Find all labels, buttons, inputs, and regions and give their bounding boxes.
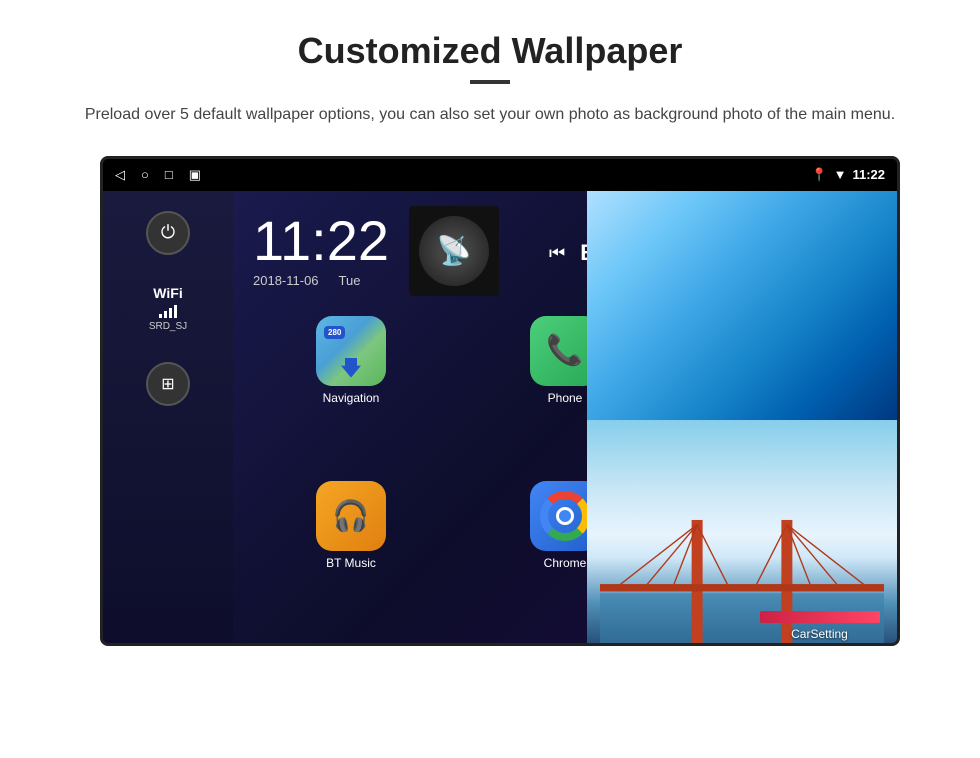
page-wrapper: Customized Wallpaper Preload over 5 defa… <box>0 0 980 666</box>
wifi-signal-bars <box>159 304 177 318</box>
phone-symbol: 📞 <box>546 333 583 368</box>
bt-music-label: BT Music <box>326 556 376 570</box>
page-title: Customized Wallpaper <box>60 30 920 72</box>
status-bar: ◁ ○ □ ▣ 📍 ▼ 11:22 <box>103 159 897 191</box>
back-nav-icon[interactable]: ◁ <box>115 167 125 183</box>
road-label: 280 <box>324 326 345 339</box>
clock-date: 2018-11-06 Tue <box>253 273 389 288</box>
screenshot-icon[interactable]: ▣ <box>189 167 201 183</box>
main-content: ⏻ WiFi SRD_SJ ⊞ <box>103 191 897 646</box>
all-apps-button[interactable]: ⊞ <box>146 362 190 406</box>
bt-music-icon: 🎧 <box>316 481 386 551</box>
headphone-symbol: 🎧 <box>332 499 369 534</box>
prev-track-button[interactable]: ⏮ <box>549 243 565 264</box>
location-icon: 📍 <box>811 167 827 183</box>
clock-day: Tue <box>339 273 361 288</box>
status-left: ◁ ○ □ ▣ <box>115 167 201 183</box>
media-widget: 📡 <box>409 206 499 296</box>
chrome-label: Chrome <box>544 556 587 570</box>
sidebar: ⏻ WiFi SRD_SJ ⊞ <box>103 191 233 646</box>
car-setting-overlay: CarSetting <box>742 589 897 646</box>
phone-label: Phone <box>548 391 583 405</box>
car-setting-label[interactable]: CarSetting <box>791 627 848 641</box>
title-divider <box>470 80 510 84</box>
wallpaper-thumb-bridge[interactable]: CarSetting <box>587 420 897 646</box>
media-icon: 📡 <box>437 234 472 267</box>
media-controls: ⏮ B <box>519 235 596 266</box>
clock-date-value: 2018-11-06 <box>253 273 319 288</box>
wifi-section: WiFi SRD_SJ <box>149 285 187 332</box>
wallpaper-thumb-ice[interactable] <box>587 191 897 420</box>
ice-cave-image <box>587 191 897 420</box>
home-icon[interactable]: ○ <box>141 167 149 182</box>
wallpaper-thumbnails: CarSetting <box>587 191 897 646</box>
car-setting-bar <box>760 611 880 623</box>
app-item-bt-music[interactable]: 🎧 BT Music <box>248 481 454 639</box>
media-inner: 📡 <box>419 216 489 286</box>
status-right: 📍 ▼ 11:22 <box>811 167 885 183</box>
wifi-ssid: SRD_SJ <box>149 321 187 332</box>
android-screen: ◁ ○ □ ▣ 📍 ▼ 11:22 ⏻ WiFi <box>100 156 900 646</box>
navigation-label: Navigation <box>323 391 380 405</box>
chrome-center <box>556 507 574 525</box>
app-item-navigation[interactable]: 280 Navigation <box>248 316 454 474</box>
power-button[interactable]: ⏻ <box>146 211 190 255</box>
signal-icon: ▼ <box>834 167 847 182</box>
chrome-ring <box>540 491 590 541</box>
wifi-label: WiFi <box>153 285 182 301</box>
page-subtitle: Preload over 5 default wallpaper options… <box>60 102 920 128</box>
navigation-icon: 280 <box>316 316 386 386</box>
clock-info: 11:22 2018-11-06 Tue <box>253 213 389 288</box>
status-time: 11:22 <box>852 167 885 182</box>
recent-icon[interactable]: □ <box>165 167 173 182</box>
clock-time: 11:22 <box>253 213 389 269</box>
